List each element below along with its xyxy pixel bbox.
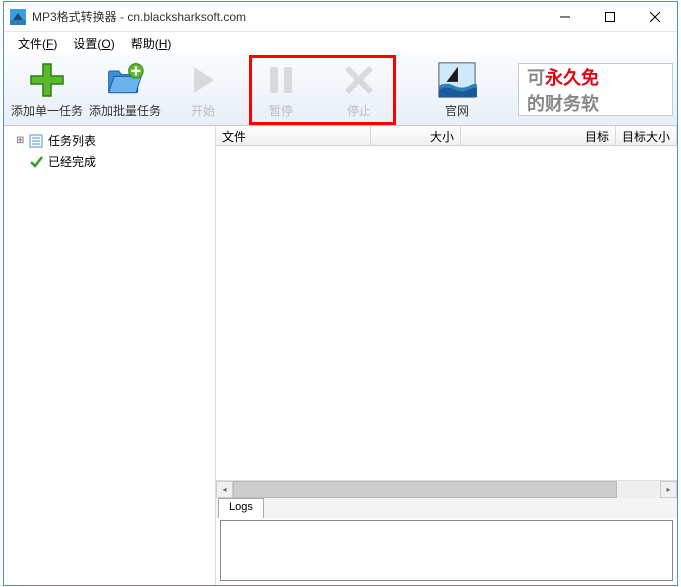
scroll-left-arrow[interactable]: ◂ bbox=[216, 481, 233, 498]
titlebar: MP3格式转换器 - cn.blacksharksoft.com bbox=[4, 2, 677, 32]
main-panel: 文件 大小 目标 目标大小 ◂ ▸ Logs bbox=[216, 126, 677, 585]
play-icon bbox=[183, 60, 223, 100]
list-icon bbox=[28, 133, 44, 149]
check-icon bbox=[28, 154, 44, 170]
sidebar-item-completed[interactable]: 已经完成 bbox=[4, 151, 215, 172]
toolbar-label: 添加单一任务 bbox=[11, 102, 83, 119]
ad-line-2: 的财务软 bbox=[527, 90, 672, 116]
website-button[interactable]: 官网 bbox=[418, 56, 496, 124]
col-header-size[interactable]: 大小 bbox=[371, 126, 461, 145]
sidebar-label: 已经完成 bbox=[48, 153, 96, 170]
logs-panel: Logs bbox=[216, 497, 677, 585]
maximize-button[interactable] bbox=[587, 2, 632, 31]
window-title: MP3格式转换器 - cn.blacksharksoft.com bbox=[32, 8, 542, 25]
folder-plus-icon bbox=[105, 60, 145, 100]
toolbar-label: 添加批量任务 bbox=[89, 102, 161, 119]
scroll-track[interactable] bbox=[233, 481, 660, 498]
scroll-right-arrow[interactable]: ▸ bbox=[660, 481, 677, 498]
scroll-thumb[interactable] bbox=[233, 481, 617, 498]
add-batch-task-button[interactable]: 添加批量任务 bbox=[86, 56, 164, 124]
close-button[interactable] bbox=[632, 2, 677, 31]
add-single-task-button[interactable]: 添加单一任务 bbox=[8, 56, 86, 124]
menubar: 文件(F) 设置(O) 帮助(H) bbox=[4, 32, 677, 54]
content-area: ⊞ 任务列表 已经完成 文件 大小 目标 目标大小 bbox=[4, 126, 677, 585]
logs-tab[interactable]: Logs bbox=[218, 498, 264, 518]
shark-icon bbox=[437, 60, 477, 100]
app-icon bbox=[10, 9, 26, 25]
minimize-button[interactable] bbox=[542, 2, 587, 31]
ad-line-1: 可永久免 bbox=[527, 64, 672, 90]
menu-file[interactable]: 文件(F) bbox=[10, 33, 65, 54]
col-header-file[interactable]: 文件 bbox=[216, 126, 371, 145]
plus-icon bbox=[27, 60, 67, 100]
toolbar-label: 开始 bbox=[191, 102, 215, 119]
toolbar-label: 停止 bbox=[347, 102, 371, 119]
list-body[interactable] bbox=[216, 146, 677, 480]
menu-settings[interactable]: 设置(O) bbox=[65, 33, 122, 54]
ad-banner[interactable]: 可永久免 的财务软 bbox=[518, 63, 673, 116]
toolbar-label: 官网 bbox=[445, 102, 469, 119]
menu-help[interactable]: 帮助(H) bbox=[123, 33, 180, 54]
pause-icon bbox=[261, 60, 301, 100]
horizontal-scrollbar[interactable]: ◂ ▸ bbox=[216, 480, 677, 497]
col-header-target[interactable]: 目标 bbox=[461, 126, 616, 145]
stop-button[interactable]: 停止 bbox=[320, 56, 398, 124]
sidebar-label: 任务列表 bbox=[48, 132, 96, 149]
pause-button[interactable]: 暂停 bbox=[242, 56, 320, 124]
list-header: 文件 大小 目标 目标大小 bbox=[216, 126, 677, 146]
sidebar: ⊞ 任务列表 已经完成 bbox=[4, 126, 216, 585]
x-icon bbox=[339, 60, 379, 100]
start-button[interactable]: 开始 bbox=[164, 56, 242, 124]
logs-body[interactable] bbox=[220, 520, 673, 581]
toolbar: 添加单一任务 添加批量任务 开始 bbox=[4, 54, 677, 126]
sidebar-item-tasklist[interactable]: ⊞ 任务列表 bbox=[4, 130, 215, 151]
toolbar-label: 暂停 bbox=[269, 102, 293, 119]
expander-icon: ⊞ bbox=[16, 135, 28, 146]
col-header-target-size[interactable]: 目标大小 bbox=[616, 126, 677, 145]
